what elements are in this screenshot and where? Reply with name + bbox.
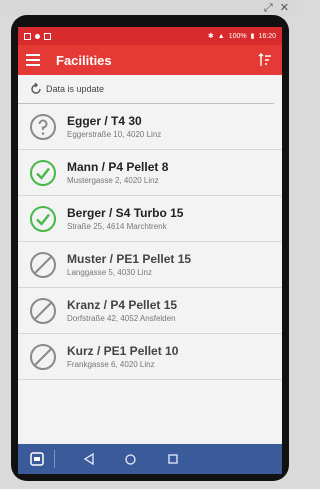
check-icon <box>29 159 57 187</box>
sync-status: Data is update <box>18 75 274 104</box>
mail-icon <box>24 32 31 40</box>
status-bar: ✱ ▲ 100% ▮ 16:20 <box>18 27 282 45</box>
facility-address: Eggerstraße 10, 4020 Linz <box>67 129 162 139</box>
navigation-bar <box>18 444 282 474</box>
status-left-icons <box>24 32 51 40</box>
back-icon[interactable] <box>83 453 95 465</box>
facility-address: Straße 25, 4614 Marchtrenk <box>67 221 167 231</box>
facility-item[interactable]: Mann / P4 Pellet 8 Mustergasse 2, 4020 Li… <box>18 150 282 196</box>
sync-icon <box>35 33 40 39</box>
disabled-icon <box>29 297 57 325</box>
facility-text: Egger / T4 30 Eggerstraße 10, 4020 Linz <box>67 114 161 140</box>
facility-title: Kurz / PE1 Pellet 10 <box>67 343 179 358</box>
facility-text: Kranz / P4 Pellet 15 Dorfstraße 42, 4052 … <box>67 298 177 324</box>
facility-address: Dorfstraße 42, 4052 Ansfelden <box>67 313 176 323</box>
check-icon <box>29 205 57 233</box>
sync-status-text: Data is update <box>46 84 105 94</box>
facility-title: Egger / T4 30 <box>67 113 142 128</box>
menu-icon[interactable] <box>26 54 40 66</box>
facility-text: Berger / S4 Turbo 15 Straße 25, 4614 Marc… <box>67 206 183 232</box>
host-window-controls: ⤢ ✕ <box>264 0 291 16</box>
disabled-icon <box>29 251 57 279</box>
facility-text: Muster / PE1 Pellet 15 Langgasse 5, 4030 … <box>67 252 191 278</box>
facility-title: Kranz / P4 Pellet 15 <box>67 297 178 312</box>
facility-address: Frankgasse 6, 4020 Linz <box>67 359 155 369</box>
bluetooth-icon: ✱ <box>207 33 214 40</box>
status-right-icons: ✱ ▲ 100% ▮ 16:20 <box>207 32 276 41</box>
page-title: Facilities <box>56 52 112 68</box>
battery-icon: ▮ <box>250 33 255 40</box>
question-icon <box>29 113 57 141</box>
home-icon[interactable] <box>125 453 136 465</box>
phone-frame: ✱ ▲ 100% ▮ 16:20 Facilities Data is upda… <box>11 15 289 481</box>
facility-item[interactable]: Egger / T4 30 Eggerstraße 10, 4020 Linz <box>18 104 282 150</box>
battery-level: 100% <box>228 32 247 40</box>
expand-icon[interactable]: ⤢ <box>264 2 275 14</box>
facility-list: Egger / T4 30 Eggerstraße 10, 4020 Linz Ma… <box>18 104 282 380</box>
app-switch-icon[interactable] <box>30 452 44 466</box>
facility-item[interactable]: Kranz / P4 Pellet 15 Dorfstraße 42, 4052 … <box>18 288 282 334</box>
app-bar: Facilities <box>18 45 282 75</box>
host-window-bar: ⤢ ✕ <box>0 0 297 16</box>
facility-text: Kurz / PE1 Pellet 10 Frankgasse 6, 4020 L… <box>67 344 178 370</box>
refresh-icon[interactable] <box>30 83 42 95</box>
disabled-icon <box>29 343 57 371</box>
clock-time: 16:20 <box>258 32 276 40</box>
facility-item[interactable]: Muster / PE1 Pellet 15 Langgasse 5, 4030 … <box>18 242 282 288</box>
facility-item[interactable]: Berger / S4 Turbo 15 Straße 25, 4614 Marc… <box>18 196 282 242</box>
facility-address: Mustergasse 2, 4020 Linz <box>67 175 159 185</box>
image-icon <box>44 32 51 40</box>
facility-title: Berger / S4 Turbo 15 <box>67 205 184 220</box>
recent-apps-icon[interactable] <box>168 454 178 464</box>
sort-icon[interactable] <box>258 53 272 67</box>
facility-title: Muster / PE1 Pellet 15 <box>67 251 192 266</box>
facility-title: Mann / P4 Pellet 8 <box>67 159 169 174</box>
nav-divider <box>54 450 55 468</box>
facility-text: Mann / P4 Pellet 8 Mustergasse 2, 4020 Li… <box>67 160 168 186</box>
signal-icon: ▲ <box>217 32 225 40</box>
close-icon[interactable]: ✕ <box>280 2 291 14</box>
phone-screen: ✱ ▲ 100% ▮ 16:20 Facilities Data is upda… <box>18 27 282 474</box>
facility-item[interactable]: Kurz / PE1 Pellet 10 Frankgasse 6, 4020 L… <box>18 334 282 380</box>
facility-address: Langgasse 5, 4030 Linz <box>67 267 152 277</box>
